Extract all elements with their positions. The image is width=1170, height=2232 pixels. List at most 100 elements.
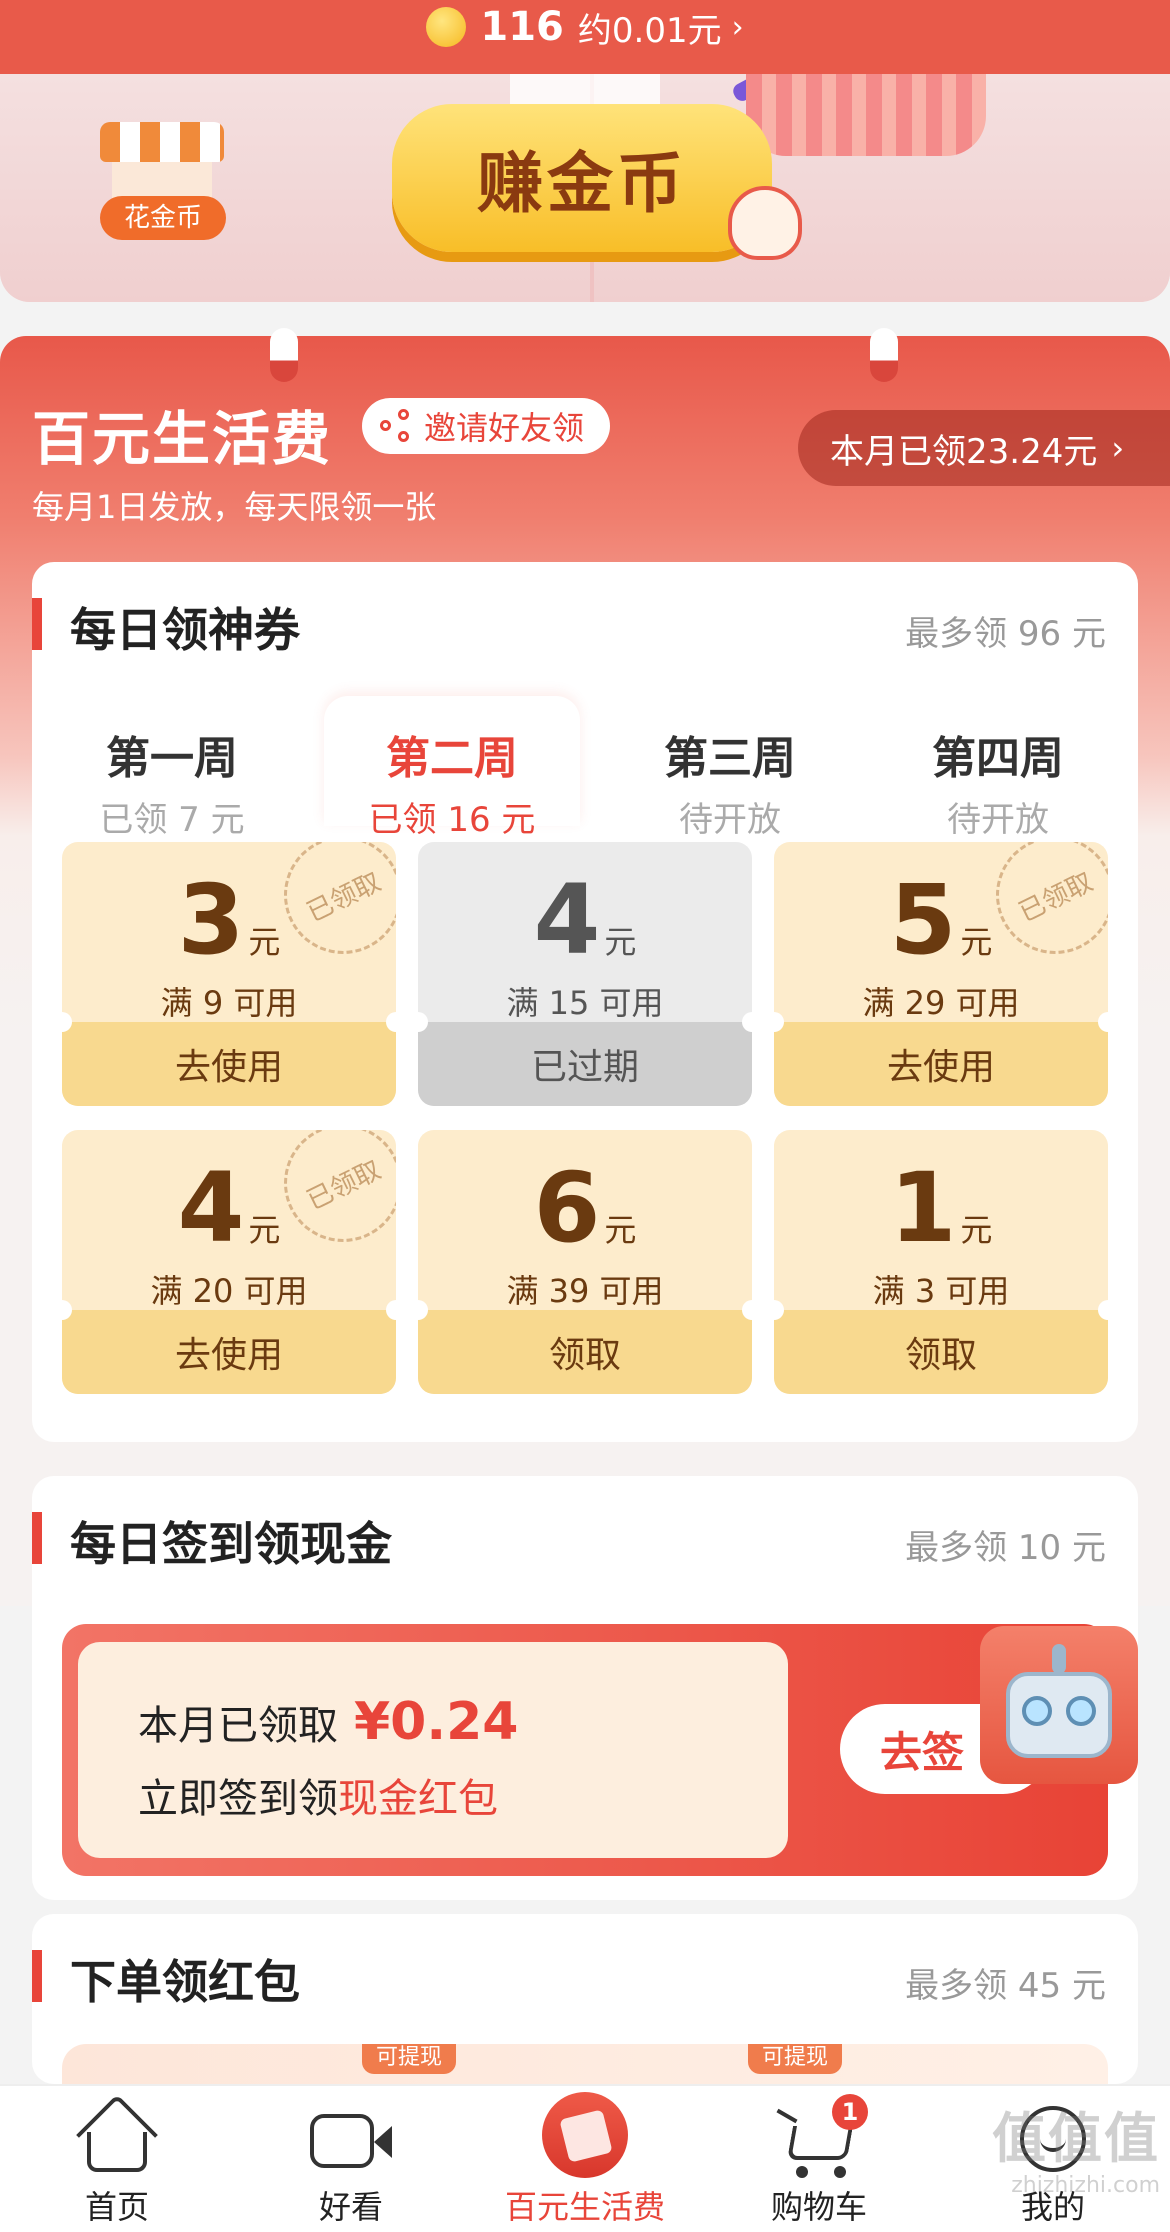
nav-label: 购物车 <box>770 2188 867 2226</box>
coupon-condition: 满 39 可用 <box>506 1272 664 1310</box>
coupon-card[interactable]: 1元 满 3 可用 领取 <box>774 1130 1108 1394</box>
video-icon <box>310 2114 374 2168</box>
month-claimed-button[interactable]: 本月已领23.24元 › <box>798 410 1170 486</box>
tab-week-3[interactable]: 第三周 待开放 <box>602 696 858 840</box>
signin-month-label: 本月已领取 <box>138 1703 338 1749</box>
basket-illustration <box>746 74 986 156</box>
section-header: 每日签到领现金 最多领 10 元 <box>32 1476 1138 1596</box>
cart-icon <box>787 2126 853 2160</box>
section-max-amount: 最多领 45 元 <box>905 1966 1106 2006</box>
tab-sub: 已领 7 元 <box>99 800 245 840</box>
allowance-subtitle: 每月1日发放，每天限领一张 <box>32 488 437 526</box>
claim-coupon-button[interactable]: 领取 <box>774 1310 1108 1394</box>
section-accent-bar <box>32 1512 42 1564</box>
coupon-condition: 满 29 可用 <box>862 984 1020 1022</box>
tab-week-2[interactable]: 第二周 已领 16 元 <box>324 696 580 840</box>
tab-name: 第一周 <box>106 733 238 784</box>
use-coupon-button[interactable]: 去使用 <box>62 1310 396 1394</box>
tab-week-4[interactable]: 第四周 待开放 <box>870 696 1126 840</box>
claimed-stamp-icon: 已领取 <box>284 1130 396 1242</box>
coin-icon <box>426 7 467 47</box>
use-coupon-button[interactable]: 去使用 <box>62 1022 396 1106</box>
section-header: 下单领红包 最多领 45 元 <box>32 1914 1138 2034</box>
withdrawable-tag: 可提现 <box>748 2044 843 2074</box>
watermark: 值值值 zhizhizhi.com <box>992 2094 1160 2198</box>
daily-coupon-card: 每日领神券 最多领 96 元 第一周 已领 7 元 第二周 已领 16 元 第三… <box>32 562 1138 1442</box>
signin-month-amount: ¥0.24 <box>354 1692 519 1752</box>
shop-icon[interactable] <box>100 122 224 202</box>
coupon-card[interactable]: 4元 满 20 可用 已领取 去使用 <box>62 1130 396 1394</box>
nav-videos[interactable]: 好看 <box>234 2086 468 2232</box>
daily-signin-card: 每日签到领现金 最多领 10 元 本月已领取 ¥0.24 立即签到领现金红包 去签 <box>32 1476 1138 1900</box>
tab-sub: 待开放 <box>947 800 1049 840</box>
coupon-amount: 4元 <box>533 864 637 976</box>
section-accent-bar <box>32 598 42 650</box>
coupon-condition: 满 9 可用 <box>160 984 298 1022</box>
section-title: 每日签到领现金 <box>70 1517 392 1571</box>
coupon-condition: 满 20 可用 <box>150 1272 308 1310</box>
claimed-stamp-icon: 已领取 <box>284 842 396 954</box>
video-icon <box>374 2126 392 2158</box>
section-accent-bar <box>32 1950 42 2002</box>
earn-coins-banner: 花金币 赚金币 <box>0 74 1170 302</box>
claim-coupon-button[interactable]: 领取 <box>418 1310 752 1394</box>
section-header: 每日领神券 最多领 96 元 <box>32 562 1138 682</box>
nav-allowance[interactable]: 百元生活费 <box>468 2086 702 2232</box>
coin-balance-bar[interactable]: 116 约0.01元 › <box>0 0 1170 74</box>
tab-week-1[interactable]: 第一周 已领 7 元 <box>44 696 300 840</box>
nav-label: 首页 <box>84 2188 149 2226</box>
signin-prompt: 立即签到领现金红包 <box>138 1766 498 1824</box>
signin-panel: 本月已领取 ¥0.24 立即签到领现金红包 去签 <box>62 1624 1138 1876</box>
coupon-condition: 满 3 可用 <box>872 1272 1010 1310</box>
nav-cart[interactable]: 1 购物车 <box>702 2086 936 2232</box>
pointing-hand-icon <box>728 186 802 260</box>
watermark-url: zhizhizhi.com <box>1011 2173 1160 2198</box>
coupon-card[interactable]: 6元 满 39 可用 领取 <box>418 1130 752 1394</box>
section-title: 下单领红包 <box>70 1955 300 2009</box>
invite-friends-button[interactable]: 邀请好友领 <box>362 398 611 454</box>
coin-approx-value: 约0.01元 <box>577 10 722 51</box>
invite-friends-label: 邀请好友领 <box>424 409 585 447</box>
coupon-card[interactable]: 3元 满 9 可用 已领取 去使用 <box>62 842 396 1106</box>
tab-name: 第三周 <box>664 733 796 784</box>
coin-count: 116 <box>480 4 564 50</box>
signin-month-line: 本月已领取 ¥0.24 <box>138 1692 518 1752</box>
nav-label: 百元生活费 <box>504 2188 665 2226</box>
cart-wheel <box>796 2166 808 2178</box>
coupon-amount: 1元 <box>889 1152 993 1264</box>
allowance-section: 百元生活费 邀请好友领 每月1日发放，每天限领一张 本月已领23.24元 › 每… <box>0 328 1170 1900</box>
section-title: 每日领神券 <box>70 603 300 657</box>
home-icon <box>87 2132 147 2172</box>
chevron-right-icon: › <box>731 9 744 45</box>
spend-coins-link[interactable]: 花金币 <box>100 196 226 240</box>
cart-wheel <box>834 2166 846 2178</box>
nav-label: 好看 <box>318 2188 383 2226</box>
tab-name: 第四周 <box>932 733 1064 784</box>
nav-home[interactable]: 首页 <box>0 2086 234 2232</box>
tab-sub: 待开放 <box>679 800 781 840</box>
cart-count-badge: 1 <box>832 2094 868 2130</box>
tab-name: 第二周 <box>386 733 518 784</box>
coupon-condition: 满 15 可用 <box>506 984 664 1022</box>
share-icon <box>380 409 414 443</box>
signin-prompt-highlight: 现金红包 <box>338 1776 498 1822</box>
coupon-card[interactable]: 5元 满 29 可用 已领取 去使用 <box>774 842 1108 1106</box>
signin-info: 本月已领取 ¥0.24 立即签到领现金红包 <box>78 1642 788 1858</box>
earn-coins-button[interactable]: 赚金币 <box>392 104 772 252</box>
watermark-brand: 值值值 <box>992 2107 1160 2170</box>
banner-shelf-decoration <box>510 74 660 104</box>
coupon-card: 4元 满 15 可用 已过期 <box>418 842 752 1106</box>
use-coupon-button[interactable]: 去使用 <box>774 1022 1108 1106</box>
week-tabs: 第一周 已领 7 元 第二周 已领 16 元 第三周 待开放 第四周 待开放 <box>32 696 1138 840</box>
section-max-amount: 最多领 10 元 <box>905 1528 1106 1568</box>
allowance-title: 百元生活费 <box>32 405 333 473</box>
chevron-right-icon: › <box>1111 429 1125 467</box>
pin-decoration <box>270 328 298 382</box>
claimed-stamp-icon: 已领取 <box>996 842 1108 954</box>
month-claimed-label: 本月已领23.24元 <box>830 431 1098 472</box>
signin-prompt-prefix: 立即签到领 <box>138 1776 338 1822</box>
coupon-amount: 6元 <box>533 1152 637 1264</box>
allowance-icon <box>542 2092 628 2178</box>
expired-coupon-label: 已过期 <box>418 1022 752 1106</box>
robot-assistant-icon[interactable] <box>980 1626 1138 1784</box>
